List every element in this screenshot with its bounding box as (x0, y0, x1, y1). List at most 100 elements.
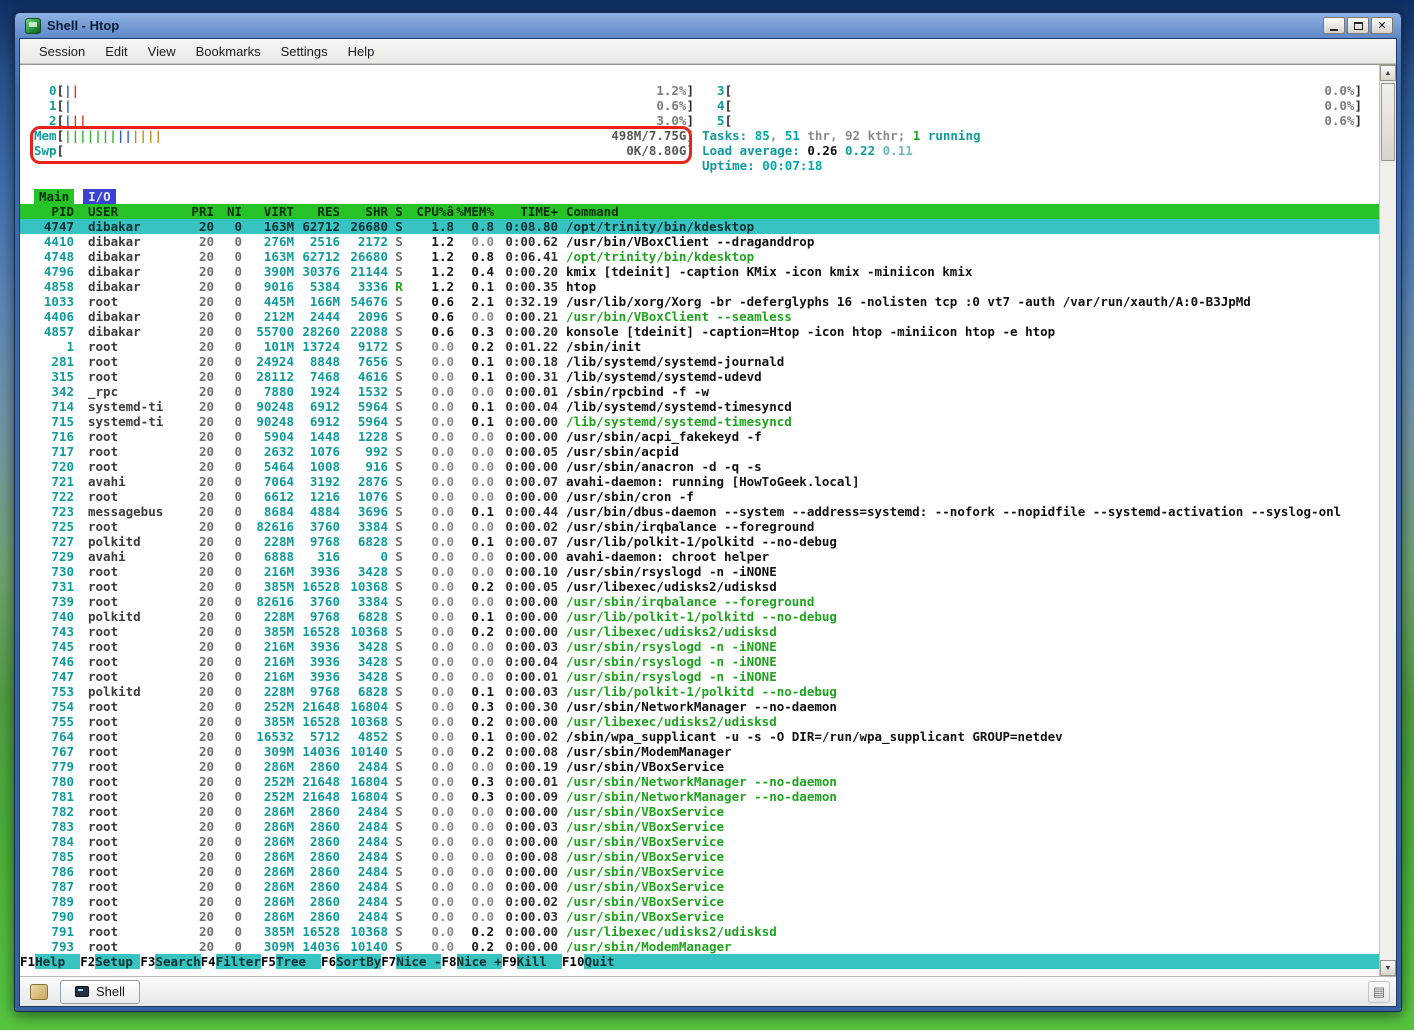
process-row[interactable]: 4857dibakar200557002826022088S0.60.30:00… (20, 324, 1379, 339)
process-row[interactable]: 781root200252M2164816804S0.00.30:00.09/u… (20, 789, 1379, 804)
menu-item-session[interactable]: Session (30, 41, 94, 62)
process-row[interactable]: 767root200309M1403610140S0.00.20:00.08/u… (20, 744, 1379, 759)
process-row[interactable]: 4858dibakar200901653843336R1.20.10:00.35… (20, 279, 1379, 294)
column-header-res[interactable]: RES (294, 204, 340, 219)
menu-item-bookmarks[interactable]: Bookmarks (187, 41, 270, 62)
process-row[interactable]: 729avahi20068883160S0.00.00:00.00avahi-d… (20, 549, 1379, 564)
process-row[interactable]: 790root200286M28602484S0.00.00:00.03/usr… (20, 909, 1379, 924)
column-header-mem[interactable]: %MEM% (454, 204, 494, 219)
process-row[interactable]: 787root200286M28602484S0.00.00:00.00/usr… (20, 879, 1379, 894)
shell-tab[interactable]: Shell (60, 980, 140, 1004)
cell-shr: 3696 (340, 504, 388, 519)
process-row[interactable]: 4796dibakar200390M3037621144S1.20.40:00.… (20, 264, 1379, 279)
process-row[interactable]: 722root200661212161076S0.00.00:00.00/usr… (20, 489, 1379, 504)
process-row[interactable]: 725root2008261637603384S0.00.00:00.02/us… (20, 519, 1379, 534)
window-titlebar[interactable]: Shell - Htop ✕ (19, 13, 1397, 38)
process-row[interactable]: 721avahi200706431922876S0.00.00:00.07ava… (20, 474, 1379, 489)
cell-ni: 0 (214, 474, 242, 489)
process-row[interactable]: 782root200286M28602484S0.00.00:00.00/usr… (20, 804, 1379, 819)
process-row[interactable]: 716root200590414481228S0.00.00:00.00/usr… (20, 429, 1379, 444)
process-row[interactable]: 4410dibakar200276M25162172S1.20.00:00.62… (20, 234, 1379, 249)
fkey-f7[interactable]: F7Nice - (381, 954, 441, 969)
close-button[interactable]: ✕ (1371, 17, 1393, 34)
process-row[interactable]: 745root200216M39363428S0.00.00:00.03/usr… (20, 639, 1379, 654)
process-row[interactable]: 723messagebus200868448843696S0.00.10:00.… (20, 504, 1379, 519)
maximize-button[interactable] (1347, 17, 1369, 34)
process-row[interactable]: 717root20026321076992S0.00.00:00.05/usr/… (20, 444, 1379, 459)
process-row[interactable]: 315root2002811274684616S0.00.10:00.31/li… (20, 369, 1379, 384)
process-row[interactable]: 783root200286M28602484S0.00.00:00.03/usr… (20, 819, 1379, 834)
column-header-virt[interactable]: VIRT (242, 204, 294, 219)
process-row[interactable]: 714systemd-ti2009024869125964S0.00.10:00… (20, 399, 1379, 414)
process-row[interactable]: 780root200252M2164816804S0.00.30:00.01/u… (20, 774, 1379, 789)
process-row[interactable]: 740polkitd200228M97686828S0.00.10:00.00/… (20, 609, 1379, 624)
process-row[interactable]: 755root200385M1652810368S0.00.20:00.00/u… (20, 714, 1379, 729)
column-header-user[interactable]: USER (80, 204, 176, 219)
menu-item-settings[interactable]: Settings (272, 41, 337, 62)
process-row[interactable]: 779root200286M28602484S0.00.00:00.19/usr… (20, 759, 1379, 774)
process-row[interactable]: 281root2002492488487656S0.00.10:00.18/li… (20, 354, 1379, 369)
column-header-shr[interactable]: SHR (340, 204, 388, 219)
column-header-pid[interactable]: PID (20, 204, 80, 219)
process-row[interactable]: 739root2008261637603384S0.00.00:00.00/us… (20, 594, 1379, 609)
column-header-cpu[interactable]: CPU%â (410, 204, 454, 219)
process-row[interactable]: 1root200101M137249172S0.00.20:01.22/sbin… (20, 339, 1379, 354)
process-row[interactable]: 754root200252M2164816804S0.00.30:00.30/u… (20, 699, 1379, 714)
cell-virt: 90248 (242, 399, 294, 414)
htop-tab-main[interactable]: Main (34, 189, 74, 204)
fkey-f10[interactable]: F10Quit (562, 954, 630, 969)
process-row[interactable]: 4406dibakar200212M24442096S0.60.00:00.21… (20, 309, 1379, 324)
minimize-button[interactable] (1323, 17, 1345, 34)
column-header-ni[interactable]: NI (214, 204, 242, 219)
cell-cpu: 0.0 (410, 639, 454, 654)
process-row[interactable]: 4747dibakar200163M6271226680S1.80.80:08.… (20, 219, 1379, 234)
column-header-pri[interactable]: PRI (176, 204, 214, 219)
process-row[interactable]: 753polkitd200228M97686828S0.00.10:00.03/… (20, 684, 1379, 699)
fkey-f9[interactable]: F9Kill (502, 954, 562, 969)
process-row[interactable]: 747root200216M39363428S0.00.00:00.01/usr… (20, 669, 1379, 684)
fkey-f1[interactable]: F1Help (20, 954, 80, 969)
column-header-command[interactable]: Command (558, 204, 1379, 219)
cell-user: root (80, 459, 176, 474)
scroll-down-button[interactable]: ▼ (1380, 960, 1396, 976)
process-row[interactable]: 715systemd-ti2009024869125964S0.00.10:00… (20, 414, 1379, 429)
process-row[interactable]: 342_rpc200788019241532S0.00.00:00.01/sbi… (20, 384, 1379, 399)
process-row[interactable]: 720root20054641008916S0.00.00:00.00/usr/… (20, 459, 1379, 474)
process-row[interactable]: 791root200385M1652810368S0.00.20:00.00/u… (20, 924, 1379, 939)
fkey-f8[interactable]: F8Nice + (441, 954, 501, 969)
tab-list-button[interactable]: ▤ (1368, 981, 1390, 1003)
process-row[interactable]: 746root200216M39363428S0.00.00:00.04/usr… (20, 654, 1379, 669)
fkey-f6[interactable]: F6SortBy (321, 954, 381, 969)
scroll-up-button[interactable]: ▲ (1380, 65, 1396, 81)
process-row[interactable]: 786root200286M28602484S0.00.00:00.00/usr… (20, 864, 1379, 879)
cell-res: 3760 (294, 519, 340, 534)
column-header-state[interactable]: S (388, 204, 410, 219)
menu-item-view[interactable]: View (139, 41, 185, 62)
process-row[interactable]: 764root2001653257124852S0.00.10:00.02/sb… (20, 729, 1379, 744)
fkey-f4[interactable]: F4Filter (201, 954, 261, 969)
menu-item-help[interactable]: Help (339, 41, 384, 62)
process-row[interactable]: 730root200216M39363428S0.00.00:00.10/usr… (20, 564, 1379, 579)
cell-state: S (388, 309, 410, 324)
cell-ni: 0 (214, 834, 242, 849)
process-row[interactable]: 727polkitd200228M97686828S0.00.10:00.07/… (20, 534, 1379, 549)
fkey-f5[interactable]: F5Tree (261, 954, 321, 969)
scrollbar-track[interactable] (1380, 81, 1396, 960)
fkey-f3[interactable]: F3Search (140, 954, 200, 969)
process-row[interactable]: 1033root200445M166M54676S0.62.10:32.19/u… (20, 294, 1379, 309)
fkey-f2[interactable]: F2Setup (80, 954, 140, 969)
process-row[interactable]: 793root200309M1403610140S0.00.20:00.00/u… (20, 939, 1379, 954)
process-row[interactable]: 4748dibakar200163M6271226680S1.20.80:06.… (20, 249, 1379, 264)
process-row[interactable]: 785root200286M28602484S0.00.00:00.08/usr… (20, 849, 1379, 864)
process-row[interactable]: 784root200286M28602484S0.00.00:00.00/usr… (20, 834, 1379, 849)
process-row[interactable]: 789root200286M28602484S0.00.00:00.02/usr… (20, 894, 1379, 909)
htop-tab-io[interactable]: I/O (83, 189, 116, 204)
scrollbar-thumb[interactable] (1381, 83, 1395, 161)
process-row[interactable]: 743root200385M1652810368S0.00.20:00.00/u… (20, 624, 1379, 639)
terminal[interactable]: 0[||1.2%]1[|0.6%]2[|||3.0%]Mem[|||||||||… (20, 65, 1379, 976)
new-tab-button[interactable] (26, 980, 52, 1004)
terminal-scrollbar[interactable]: ▲ ▼ (1379, 65, 1396, 976)
column-header-time[interactable]: TIME+ (494, 204, 558, 219)
menu-item-edit[interactable]: Edit (96, 41, 136, 62)
process-row[interactable]: 731root200385M1652810368S0.00.20:00.05/u… (20, 579, 1379, 594)
